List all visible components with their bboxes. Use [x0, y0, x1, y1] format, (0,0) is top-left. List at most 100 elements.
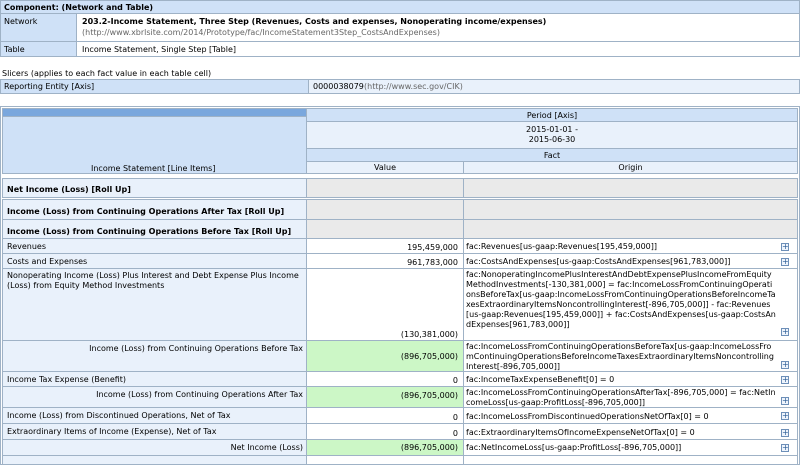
slicer-entity-url[interactable]: (http://www.sec.gov/CIK) [364, 82, 463, 91]
plus-box-icon[interactable]: + [781, 412, 789, 420]
fact-header-cell: Fact [306, 148, 798, 162]
origin-cell [463, 178, 798, 198]
row-continuing-ops-before-tax-rollup: Income (Loss) from Continuing Operations… [2, 219, 307, 239]
row-nonoperating-income: Nonoperating Income (Loss) Plus Interest… [2, 268, 307, 341]
origin-col-header-cell: Origin [463, 161, 798, 174]
period-axis-cell: Period [Axis] [306, 108, 798, 122]
value-cell: 0 [306, 407, 464, 424]
row-income-tax-expense: Income Tax Expense (Benefit) [2, 371, 307, 387]
table-label: Table [4, 45, 25, 54]
origin-cell: fac:ExtraordinaryItemsOfIncomeExpenseNet… [463, 423, 798, 440]
value-cell: 0 [306, 423, 464, 440]
row-label: Income (Loss) from Continuing Operations… [7, 227, 292, 236]
fact-value: (130,381,000) [400, 330, 458, 339]
line-items-header-cell: Income Statement [Line Items] [2, 116, 307, 174]
row-costs-and-expenses: Costs and Expenses [2, 253, 307, 269]
fact-value: (896,705,000) [400, 352, 458, 361]
origin-cell [463, 199, 798, 220]
origin-cell: fac:IncomeLossFromContinuingOperationsBe… [463, 340, 798, 372]
origin-cell: fac:Revenues[us-gaap:Revenues[195,459,00… [463, 238, 798, 254]
slicer-entity-label-cell: Reporting Entity [Axis] [0, 79, 309, 94]
row-label: Revenues [7, 242, 47, 251]
plus-box-icon[interactable]: + [781, 444, 789, 452]
period-axis: Period [Axis] [526, 111, 578, 120]
origin-cell [463, 455, 798, 465]
slicer-entity-value-cell: 0000038079 (http://www.sec.gov/CIK) [308, 79, 800, 94]
value-cell: (896,705,000) [306, 340, 464, 372]
network-label-cell: Network [0, 13, 77, 42]
row-label: Nonoperating Income (Loss) Plus Interest… [7, 271, 299, 290]
value-cell [306, 199, 464, 220]
fact-origin: fac:CostsAndExpenses[us-gaap:CostsAndExp… [466, 257, 731, 266]
fact-origin: fac:ExtraordinaryItemsOfIncomeExpenseNet… [466, 428, 695, 437]
component-header-text: Component: (Network and Table) [4, 3, 154, 12]
value-cell [306, 219, 464, 239]
value-cell [306, 455, 464, 465]
origin-cell: fac:NetIncomeLoss[us-gaap:ProfitLoss[-89… [463, 439, 798, 456]
fact-origin: fac:IncomeLossFromDiscontinuedOperations… [466, 412, 709, 421]
value-cell: 961,783,000 [306, 253, 464, 269]
value-cell [306, 178, 464, 198]
origin-cell: fac:CostsAndExpenses[us-gaap:CostsAndExp… [463, 253, 798, 269]
row-net-income: Net Income (Loss) [2, 439, 307, 456]
slicer-entity-value: 0000038079 [313, 82, 364, 91]
origin-cell: fac:IncomeLossFromDiscontinuedOperations… [463, 407, 798, 424]
period-value-cell: 2015-01-01 - 2015-06-30 [306, 121, 798, 149]
row-label: Income Tax Expense (Benefit) [7, 375, 127, 384]
network-url[interactable]: (http://www.xbrlsite.com/2014/Prototype/… [82, 28, 440, 37]
component-header: Component: (Network and Table) [0, 0, 800, 14]
row-label: Extraordinary Items of Income (Expense),… [7, 427, 217, 436]
row-label: Income (Loss) from Discontinued Operatio… [7, 411, 231, 420]
network-title: 203.2-Income Statement, Three Step (Reve… [82, 17, 547, 26]
fact-value: (896,705,000) [400, 391, 458, 400]
row-continuing-ops-after-tax-rollup: Income (Loss) from Continuing Operations… [2, 199, 307, 220]
fact-header: Fact [543, 151, 561, 160]
fact-origin: fac:Revenues[us-gaap:Revenues[195,459,00… [466, 242, 657, 251]
origin-cell: fac:IncomeLossFromContinuingOperationsAf… [463, 386, 798, 408]
period-line-2: 2015-06-30 [528, 135, 576, 144]
plus-box-icon[interactable]: + [781, 397, 789, 405]
network-value-cell: 203.2-Income Statement, Three Step (Reve… [76, 13, 800, 42]
fact-origin: fac:IncomeTaxExpenseBenefit[0] = 0 [466, 375, 615, 384]
row-extraordinary-items: Extraordinary Items of Income (Expense),… [2, 423, 307, 440]
row-label: Income (Loss) from Continuing Operations… [89, 344, 303, 353]
row-label: Costs and Expenses [7, 257, 88, 266]
origin-cell: fac:IncomeTaxExpenseBenefit[0] = 0 + [463, 371, 798, 387]
line-items-header: Income Statement [Line Items] [91, 164, 216, 173]
value-cell: 0 [306, 371, 464, 387]
row-label: Income (Loss) from Continuing Operations… [96, 390, 303, 399]
fact-origin: fac:NonoperatingIncomePlusInterestAndDeb… [466, 270, 776, 329]
fact-value: 0 [452, 376, 458, 385]
origin-col-header: Origin [618, 163, 643, 172]
row-trailing [2, 455, 307, 465]
value-cell: 195,459,000 [306, 238, 464, 254]
table-value-cell: Income Statement, Single Step [Table] [76, 41, 800, 57]
plus-box-icon[interactable]: + [781, 258, 789, 266]
plus-box-icon[interactable]: + [781, 243, 789, 251]
row-label: Income (Loss) from Continuing Operations… [7, 207, 285, 216]
value-col-header: Value [374, 163, 396, 172]
origin-cell: fac:NonoperatingIncomePlusInterestAndDeb… [463, 268, 798, 341]
fact-origin: fac:IncomeLossFromContinuingOperationsAf… [466, 388, 776, 407]
value-cell: (896,705,000) [306, 386, 464, 408]
row-label: Net Income (Loss) [Roll Up] [7, 185, 131, 194]
value-col-header-cell: Value [306, 161, 464, 174]
value-cell: (896,705,000) [306, 439, 464, 456]
plus-box-icon[interactable]: + [781, 429, 789, 437]
table-value: Income Statement, Single Step [Table] [82, 45, 236, 54]
row-net-income-rollup: Net Income (Loss) [Roll Up] [2, 178, 307, 198]
plus-box-icon[interactable]: + [781, 328, 789, 336]
plus-box-icon[interactable]: + [781, 361, 789, 369]
fact-value: (896,705,000) [400, 443, 458, 452]
plus-box-icon[interactable]: + [781, 376, 789, 384]
slicers-caption: Slicers (applies to each fact value in e… [2, 69, 212, 78]
period-line-1: 2015-01-01 - [526, 125, 578, 134]
fact-origin: fac:NetIncomeLoss[us-gaap:ProfitLoss[-89… [466, 443, 682, 452]
table-label-cell: Table [0, 41, 77, 57]
row-label: Net Income (Loss) [230, 443, 303, 452]
value-cell: (130,381,000) [306, 268, 464, 341]
row-continuing-ops-after-tax: Income (Loss) from Continuing Operations… [2, 386, 307, 408]
network-label: Network [4, 17, 38, 26]
slicer-entity-label: Reporting Entity [Axis] [4, 82, 95, 91]
fact-value: 961,783,000 [407, 258, 458, 267]
